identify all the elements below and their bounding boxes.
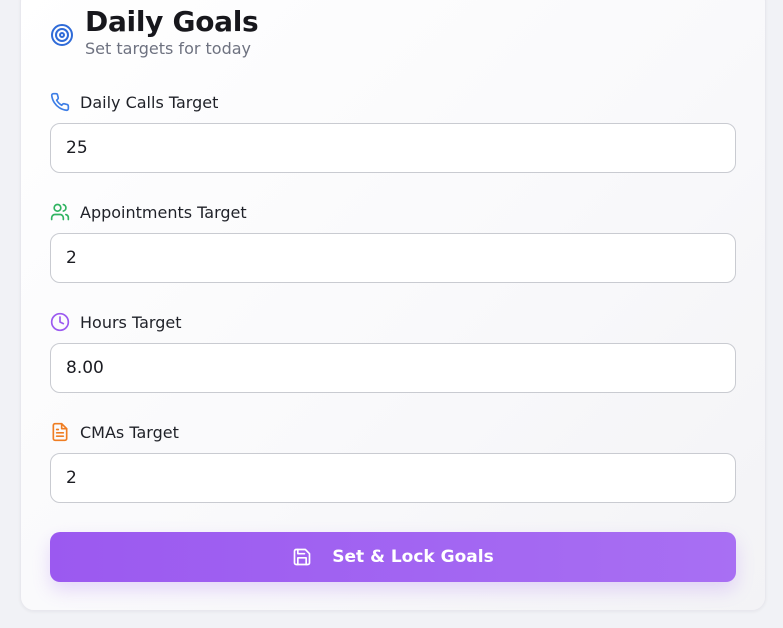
- set-lock-goals-label: Set & Lock Goals: [332, 547, 494, 567]
- phone-icon: [50, 92, 70, 112]
- cmas-input[interactable]: [50, 453, 736, 503]
- daily-calls-field: Daily Calls Target: [50, 91, 736, 173]
- hours-field: Hours Target: [50, 311, 736, 393]
- appointments-input[interactable]: [50, 233, 736, 283]
- document-icon: [52, 422, 68, 442]
- page-subtitle: Set targets for today: [85, 39, 252, 58]
- page-title: Daily Goals: [85, 5, 259, 38]
- clock-icon: [50, 312, 70, 332]
- hours-input[interactable]: [50, 343, 736, 393]
- daily-calls-input[interactable]: [50, 123, 736, 173]
- appointments-label: Appointments Target: [80, 202, 247, 222]
- hours-label: Hours Target: [80, 312, 182, 332]
- daily-calls-label: Daily Calls Target: [80, 92, 219, 112]
- cmas-field: CMAs Target: [50, 421, 736, 503]
- set-lock-goals-button[interactable]: Set & Lock Goals: [50, 532, 736, 582]
- save-icon: [293, 548, 311, 566]
- card-header: Daily Goals Set targets for today: [50, 5, 259, 59]
- target-icon: [51, 24, 73, 46]
- cmas-label: CMAs Target: [80, 422, 179, 442]
- users-icon: [50, 203, 70, 221]
- appointments-field: Appointments Target: [50, 201, 736, 283]
